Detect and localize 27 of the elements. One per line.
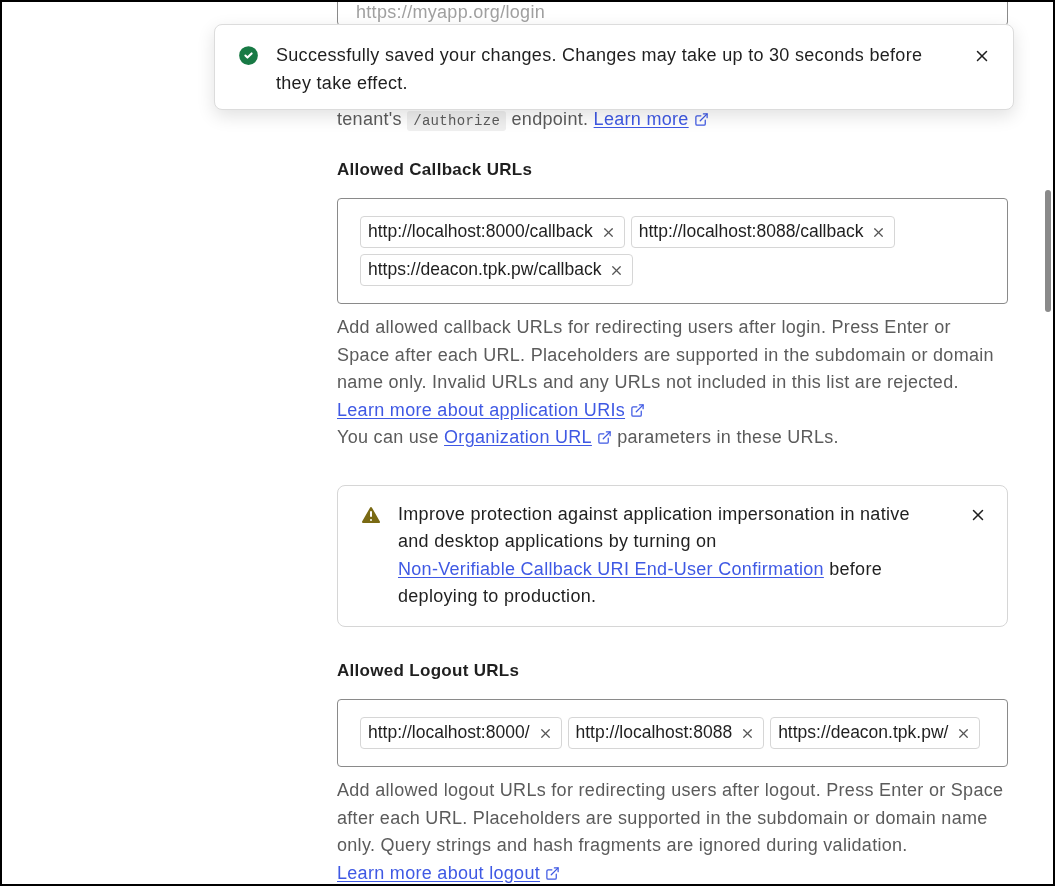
scrollbar-thumb[interactable] — [1045, 190, 1051, 312]
field-label: Allowed Logout URLs — [337, 659, 521, 682]
url-tag: http://localhost:8088/callback — [630, 216, 896, 248]
confirmation-link[interactable]: Non-Verifiable Callback URI End-User Confirmation — [398, 558, 824, 579]
url-tags-field[interactable]: http://localhost:8000/callback http://localhost:8088/callback https://deacon.tpk.pw/callback — [337, 198, 1008, 304]
external-link-icon — [630, 402, 646, 418]
external-link-icon — [596, 430, 612, 445]
url-tag: http://localhost:8000/ — [360, 717, 562, 749]
url-tag: https://deacon.tpk.pw/ — [770, 717, 981, 749]
learn-more-link[interactable]: Learn more about logout — [337, 862, 541, 883]
help-text: You can use Organization URL parameters in these URLs. — [337, 426, 840, 449]
learn-more-link[interactable]: Learn more — [593, 109, 689, 129]
success-icon — [236, 43, 261, 68]
organization-url-link[interactable]: Organization URL — [444, 427, 592, 447]
help-text: tenant's /authorize endpoint. Learn more — [337, 106, 1008, 136]
url-tag: https://deacon.tpk.pw/callback — [360, 254, 634, 286]
learn-more-link[interactable]: Learn more about application URIs — [337, 399, 626, 420]
url-tag: http://localhost:8000/callback — [360, 216, 625, 248]
external-link-icon — [545, 865, 561, 881]
external-link-icon — [693, 112, 709, 127]
url-tags-field[interactable]: http://localhost:8000/ http://localhost:8088 https://deacon.tpk.pw/ — [337, 699, 1008, 767]
help-text: Add allowed callback URLs for redirecting users after login. Press Enter or Space after each URL. Placeholders are supported in the subdomain or domain name only. Invalid URLs and any URLs not included in this list are rejected. — [337, 316, 995, 394]
alert-message: Improve protection against application impersonation in native and desktop applications by turning on Non-Verifiable Callback URI End-User Confirmation before deploying to production. — [398, 502, 911, 608]
toast-message: Successfully saved your changes. Changes may take up to 30 seconds before they take effect. — [276, 44, 924, 95]
field-label: Allowed Callback URLs — [337, 158, 534, 181]
url-tag: http://localhost:8088 — [567, 717, 765, 749]
help-text: Add allowed logout URLs for redirecting users after logout. Press Enter or Space after each URL. Placeholders are supported in the subdomain or domain name only. Query strings and hash fragments are ignored during validation. — [337, 779, 1005, 857]
